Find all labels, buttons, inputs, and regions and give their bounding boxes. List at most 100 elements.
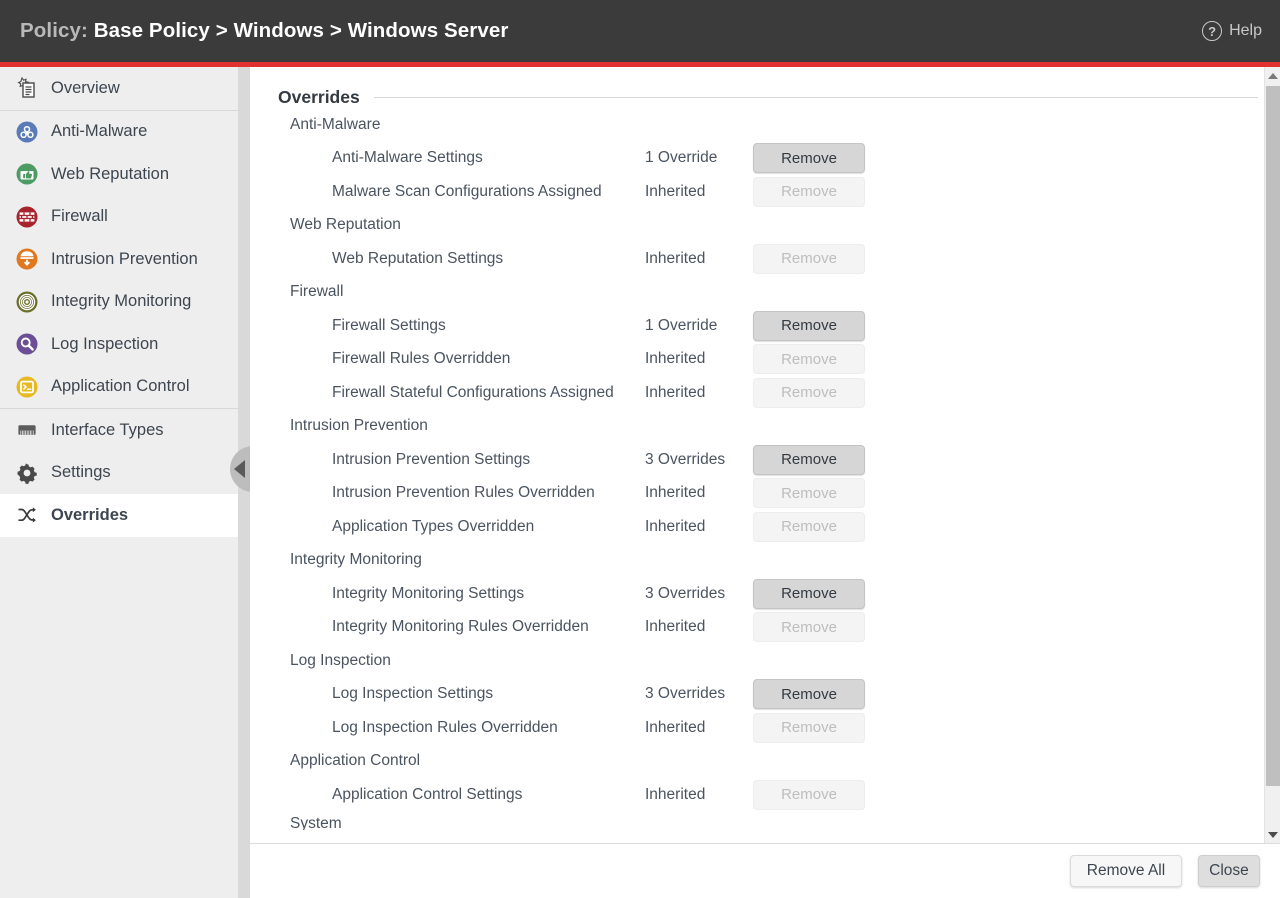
policy-overrides-window: Policy: Base Policy > Windows > Windows …	[0, 0, 1280, 898]
override-status: Inherited	[645, 618, 753, 636]
remove-button[interactable]: Remove	[753, 445, 865, 475]
question-circle-icon: ?	[1202, 21, 1222, 41]
clipped-group: System	[250, 812, 1264, 830]
magnifier-icon	[14, 331, 40, 357]
override-action-cell: Remove	[753, 579, 871, 609]
remove-button[interactable]: Remove	[753, 311, 865, 341]
override-row: Application Control SettingsInheritedRem…	[250, 778, 1264, 812]
sidebar-item-interface-types[interactable]: Interface Types	[0, 409, 238, 452]
network-port-icon	[14, 417, 40, 443]
override-row: Anti-Malware Settings1 OverrideRemove	[250, 142, 1264, 176]
sidebar-item-label: Anti-Malware	[51, 122, 147, 141]
sidebar: Overview Anti-Malware Web Reputation Firewa…	[0, 67, 238, 898]
remove-button: Remove	[753, 713, 865, 743]
sidebar-item-label: Intrusion Prevention	[51, 250, 198, 269]
group-title: System	[290, 812, 1264, 830]
override-name: Integrity Monitoring Rules Overridden	[332, 618, 645, 636]
override-action-cell: Remove	[753, 378, 871, 408]
override-name: Anti-Malware Settings	[332, 149, 645, 167]
section-header: Overrides	[278, 67, 1258, 108]
override-name: Log Inspection Settings	[332, 685, 645, 703]
scroll-up-button[interactable]	[1265, 67, 1280, 84]
override-action-cell: Remove	[753, 311, 871, 341]
remove-button[interactable]: Remove	[753, 579, 865, 609]
thumbs-up-browser-icon	[14, 161, 40, 187]
shuffle-arrows-icon	[14, 502, 40, 528]
override-action-cell: Remove	[753, 445, 871, 475]
override-row: Intrusion Prevention Settings3 Overrides…	[250, 443, 1264, 477]
sidebar-item-application-control[interactable]: Application Control	[0, 366, 238, 409]
override-row: Log Inspection Rules OverriddenInherited…	[250, 711, 1264, 745]
sidebar-item-log-inspection[interactable]: Log Inspection	[0, 323, 238, 366]
close-button[interactable]: Close	[1198, 855, 1260, 887]
override-action-cell: Remove	[753, 344, 871, 374]
sidebar-item-overrides[interactable]: Overrides	[0, 494, 238, 537]
override-action-cell: Remove	[753, 478, 871, 508]
override-name: Web Reputation Settings	[332, 250, 645, 268]
remove-button[interactable]: Remove	[753, 143, 865, 173]
remove-all-button[interactable]: Remove All	[1070, 855, 1182, 887]
footer-bar: Remove All Close	[250, 844, 1280, 898]
sidebar-item-label: Application Control	[51, 377, 190, 396]
sidebar-item-web-reputation[interactable]: Web Reputation	[0, 153, 238, 196]
override-action-cell: Remove	[753, 679, 871, 709]
override-status: Inherited	[645, 786, 753, 804]
override-name: Intrusion Prevention Settings	[332, 451, 645, 469]
override-status: Inherited	[645, 719, 753, 737]
override-row: Intrusion Prevention Rules OverriddenInh…	[250, 477, 1264, 511]
override-status: 1 Override	[645, 317, 753, 335]
sidebar-item-label: Integrity Monitoring	[51, 292, 191, 311]
scrollbar-thumb[interactable]	[1266, 86, 1280, 786]
override-status: Inherited	[645, 350, 753, 368]
scroll-down-button[interactable]	[1265, 826, 1280, 843]
brick-wall-icon	[14, 204, 40, 230]
sidebar-item-settings[interactable]: Settings	[0, 452, 238, 495]
override-name: Application Types Overridden	[332, 518, 645, 536]
override-status: 1 Override	[645, 149, 753, 167]
section-rule	[374, 97, 1258, 98]
help-button[interactable]: ? Help	[1202, 21, 1262, 41]
vertical-scrollbar[interactable]	[1264, 67, 1280, 843]
override-status: 3 Overrides	[645, 451, 753, 469]
sidebar-item-label: Firewall	[51, 207, 108, 226]
sidebar-item-firewall[interactable]: Firewall	[0, 196, 238, 239]
override-name: Application Control Settings	[332, 786, 645, 804]
sidebar-item-label: Overview	[51, 79, 120, 98]
sidebar-item-intrusion-prevention[interactable]: Intrusion Prevention	[0, 238, 238, 281]
remove-button[interactable]: Remove	[753, 679, 865, 709]
override-action-cell: Remove	[753, 612, 871, 642]
remove-button: Remove	[753, 177, 865, 207]
override-name: Firewall Stateful Configurations Assigne…	[332, 384, 645, 402]
triangle-up-icon	[1268, 73, 1278, 79]
override-name: Log Inspection Rules Overridden	[332, 719, 645, 737]
override-name: Firewall Rules Overridden	[332, 350, 645, 368]
override-status: Inherited	[645, 250, 753, 268]
override-row: Application Types OverriddenInheritedRem…	[250, 510, 1264, 544]
override-status: Inherited	[645, 484, 753, 502]
remove-button: Remove	[753, 478, 865, 508]
sidebar-item-integrity-monitoring[interactable]: Integrity Monitoring	[0, 281, 238, 324]
remove-button: Remove	[753, 780, 865, 810]
override-status: Inherited	[645, 384, 753, 402]
sidebar-item-label: Settings	[51, 463, 111, 482]
sidebar-item-overview[interactable]: Overview	[0, 67, 238, 110]
group-title: Web Reputation	[290, 209, 1264, 243]
sidebar-item-label: Interface Types	[51, 421, 164, 440]
overrides-list: Anti-MalwareAnti-Malware Settings1 Overr…	[250, 108, 1264, 812]
group-title: Log Inspection	[290, 644, 1264, 678]
sidebar-item-label: Log Inspection	[51, 335, 158, 354]
shield-arrow-down-icon	[14, 246, 40, 272]
remove-button: Remove	[753, 344, 865, 374]
sidebar-item-anti-malware[interactable]: Anti-Malware	[0, 111, 238, 154]
override-action-cell: Remove	[753, 512, 871, 542]
sidebar-item-label: Web Reputation	[51, 165, 169, 184]
triangle-down-icon	[1268, 832, 1278, 838]
remove-button: Remove	[753, 612, 865, 642]
override-status: 3 Overrides	[645, 685, 753, 703]
override-row: Firewall Settings1 OverrideRemove	[250, 309, 1264, 343]
remove-button: Remove	[753, 244, 865, 274]
override-row: Log Inspection Settings3 OverridesRemove	[250, 678, 1264, 712]
page-title-value: Base Policy > Windows > Windows Server	[94, 19, 509, 42]
group-title: Integrity Monitoring	[290, 544, 1264, 578]
override-row: Web Reputation SettingsInheritedRemove	[250, 242, 1264, 276]
